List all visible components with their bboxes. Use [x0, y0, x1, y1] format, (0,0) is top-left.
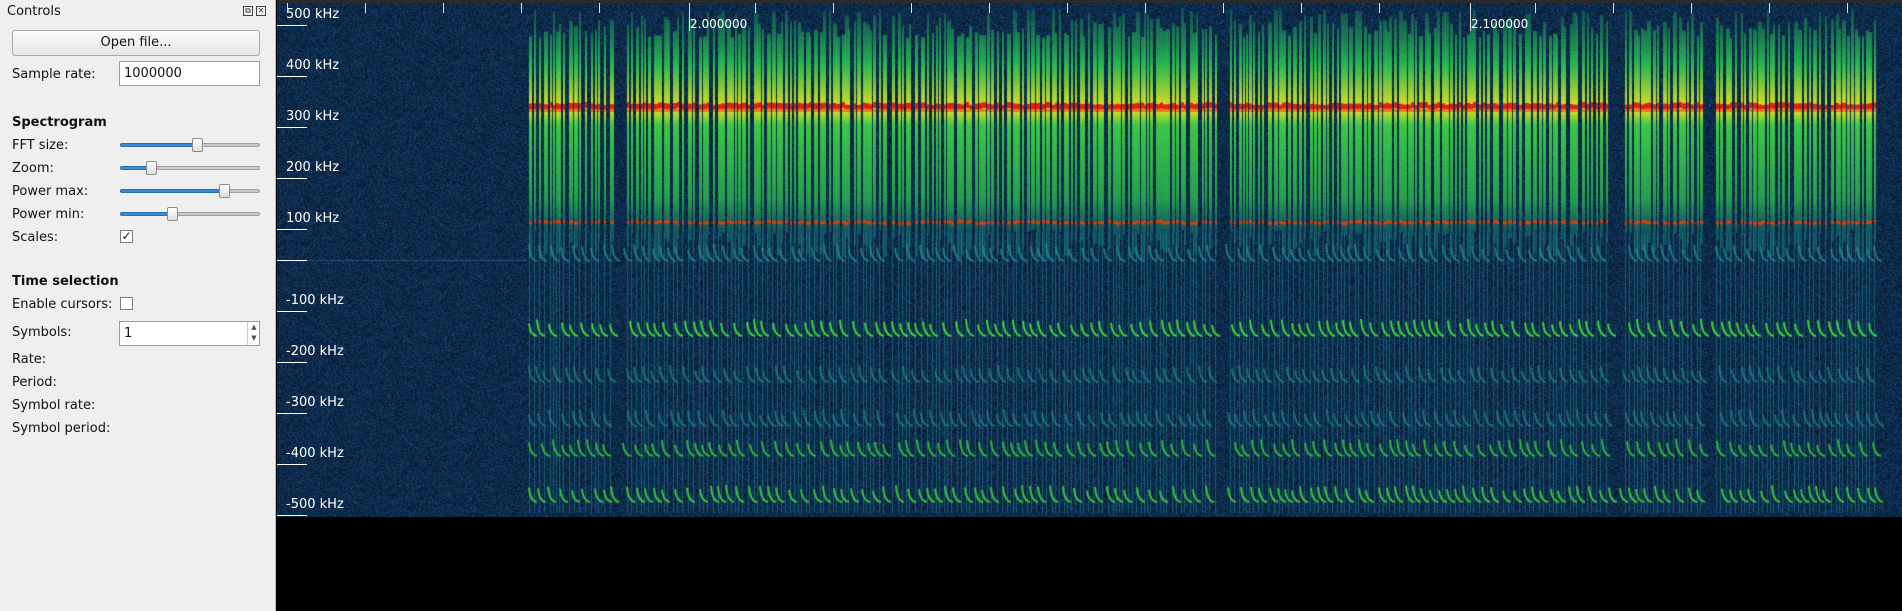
power-min-slider[interactable]: [120, 207, 260, 221]
time-tick: [1223, 3, 1224, 13]
time-tick: [755, 3, 756, 13]
time-tick: [1379, 3, 1380, 13]
zoom-slider-handle[interactable]: [146, 161, 157, 175]
time-tick: [1847, 3, 1848, 13]
time-tick: [1470, 3, 1471, 31]
scales-label: Scales:: [12, 230, 59, 245]
time-tick: [1301, 3, 1302, 13]
float-icon[interactable]: ⧉: [243, 6, 253, 16]
time-tick: [365, 3, 366, 13]
open-file-button[interactable]: Open file...: [12, 30, 260, 56]
time-tick: [989, 3, 990, 13]
freq-tick: [277, 178, 307, 179]
freq-tick: [277, 311, 307, 312]
spectrogram-view[interactable]: 500 kHz 400 kHz 300 kHz 200 kHz 100 kHz …: [277, 0, 1902, 611]
freq-tick: [277, 515, 307, 516]
spin-up-icon[interactable]: ▲: [248, 322, 260, 333]
symbols-spinbox[interactable]: 1: [119, 321, 260, 346]
time-selection-section-title: Time selection: [12, 274, 119, 289]
zoom-label: Zoom:: [12, 161, 54, 176]
freq-label: 100 kHz: [286, 211, 340, 226]
enable-cursors-checkbox[interactable]: [120, 297, 133, 310]
time-tick: [1145, 3, 1146, 13]
fft-size-label: FFT size:: [12, 138, 69, 153]
time-tick: [1067, 3, 1068, 13]
time-tick: [1613, 3, 1614, 13]
freq-label: 500 kHz: [286, 7, 340, 22]
time-label: 2.000000: [690, 17, 748, 31]
close-icon[interactable]: ✕: [256, 6, 266, 16]
time-tick: [521, 3, 522, 13]
freq-tick: [277, 127, 307, 128]
freq-tick-zero: [277, 260, 307, 261]
time-label: 2.100000: [1471, 17, 1529, 31]
power-max-slider[interactable]: [120, 184, 260, 198]
time-tick: [287, 3, 288, 13]
sample-rate-input[interactable]: 1000000: [119, 61, 260, 86]
freq-label: -200 kHz: [286, 344, 344, 359]
sample-rate-label: Sample rate:: [12, 67, 96, 82]
controls-dock: Controls ⧉ ✕ Open file... Sample rate: 1…: [0, 0, 276, 611]
fft-size-slider[interactable]: [120, 138, 260, 152]
freq-tick: [277, 229, 307, 230]
time-tick: [911, 3, 912, 13]
fft-size-slider-handle[interactable]: [192, 138, 203, 152]
time-tick: [1691, 3, 1692, 13]
time-tick: [689, 3, 690, 31]
freq-tick: [277, 362, 307, 363]
period-label: Period:: [12, 375, 57, 390]
time-tick: [1769, 3, 1770, 13]
symbols-label: Symbols:: [12, 325, 72, 340]
freq-label: -100 kHz: [286, 293, 344, 308]
time-tick: [599, 3, 600, 13]
freq-label: 300 kHz: [286, 109, 340, 124]
spectrogram-canvas[interactable]: [277, 3, 1902, 517]
time-tick: [1535, 3, 1536, 13]
freq-label: 200 kHz: [286, 160, 340, 175]
rate-label: Rate:: [12, 352, 47, 367]
symbol-period-label: Symbol period:: [12, 421, 111, 436]
freq-tick: [277, 76, 307, 77]
power-min-label: Power min:: [12, 207, 85, 222]
power-max-label: Power max:: [12, 184, 89, 199]
power-min-slider-handle[interactable]: [167, 207, 178, 221]
spectrogram-section-title: Spectrogram: [12, 115, 107, 130]
freq-tick: [277, 413, 307, 414]
freq-tick: [277, 464, 307, 465]
freq-label: 400 kHz: [286, 58, 340, 73]
freq-label: -300 kHz: [286, 395, 344, 410]
freq-tick: [277, 25, 307, 26]
power-max-slider-handle[interactable]: [219, 184, 230, 198]
enable-cursors-label: Enable cursors:: [12, 297, 113, 312]
scales-checkbox[interactable]: ✓: [120, 230, 133, 243]
symbols-spin-arrows[interactable]: ▲ ▼: [247, 322, 260, 345]
symbol-rate-label: Symbol rate:: [12, 398, 96, 413]
time-tick: [443, 3, 444, 13]
zoom-slider[interactable]: [120, 161, 260, 175]
freq-label: -500 kHz: [286, 497, 344, 512]
spin-down-icon[interactable]: ▼: [248, 333, 260, 344]
time-tick: [833, 3, 834, 13]
dock-title: Controls: [7, 4, 61, 19]
freq-label: -400 kHz: [286, 446, 344, 461]
